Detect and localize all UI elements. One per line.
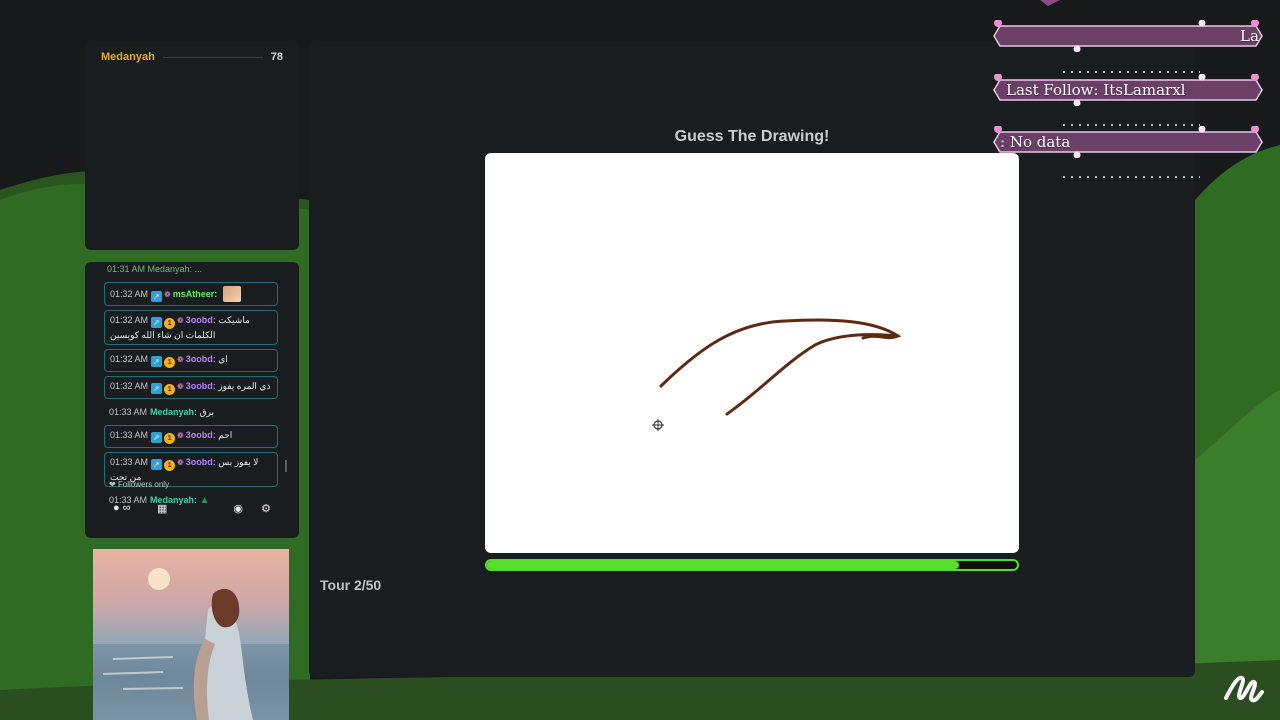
- moderator-badge-icon: ➚: [151, 317, 163, 328]
- gear-icon[interactable]: ⚙: [261, 502, 271, 515]
- followers-only-label: Followers only: [117, 480, 170, 489]
- leaderboard-name: Medanyah: [101, 51, 155, 63]
- overlay-banner-1-text: La: [1240, 27, 1259, 45]
- points-icon: ●: [113, 502, 120, 514]
- chat-message: 01:32 AM ➚ 1 ❁ 3oobd: ماشيكت الكلمات ان شاء …: [104, 310, 278, 345]
- overlay-banner-2: Last Follow: ItsLamarxl: [992, 74, 1264, 106]
- chat-message: 01:32 AM ➚ 1 ❁ 3oobd: اي: [104, 349, 278, 372]
- chat-message: 01:32 AM ➚ ❁ msAtheer:: [104, 282, 278, 306]
- chat-timestamp: 01:33 AM: [109, 407, 148, 417]
- painting-image: [93, 549, 289, 720]
- overlay-banner-3-text: : No data: [1000, 133, 1071, 151]
- gold-badge-icon: 1: [164, 384, 176, 395]
- chat-timestamp: 01:33 AM: [110, 457, 149, 467]
- chat-message: 01:33 AM ➚ 1 ❁ 3oobd: احم: [104, 425, 278, 448]
- sub-badge-icon: ❁: [177, 316, 184, 325]
- moderator-badge-icon: ➚: [151, 291, 163, 302]
- store-icon[interactable]: ▦: [157, 502, 167, 515]
- drawing-canvas[interactable]: [485, 153, 1019, 553]
- chat-panel: 01:31 AM Medanyah: ... 01:32 AM ➚ ❁ msAthee…: [85, 262, 299, 538]
- chat-username[interactable]: 3oobd:: [186, 430, 216, 440]
- round-timer-bar: [485, 559, 1019, 571]
- chat-username[interactable]: 3oobd:: [186, 381, 216, 391]
- chat-scrollbar[interactable]: [285, 460, 287, 472]
- last-follow-text: Last Follow: ItsLamarxl: [1006, 81, 1186, 99]
- leaderboard-panel: Medanyah 78: [85, 42, 299, 250]
- sub-badge-icon: ❁: [177, 355, 184, 364]
- gold-badge-icon: 1: [164, 460, 176, 471]
- chat-message: 01:32 AM ➚ 1 ❁ 3oobd: ذي المره يفوز: [104, 376, 278, 399]
- chat-text: احم: [218, 430, 233, 440]
- overlay-dots-3: [1060, 176, 1200, 178]
- round-counter: Tour 2/50: [320, 577, 382, 593]
- chat-timestamp: 01:33 AM: [110, 430, 149, 440]
- chat-toolbar: ● ∞ ▦ ◉ ⚙: [113, 502, 271, 516]
- moderator-badge-icon: ➚: [151, 356, 163, 367]
- leaderboard-divider: [162, 56, 263, 58]
- followers-only-notice: ❤ Followers only: [109, 480, 169, 489]
- sub-badge-icon: ❁: [177, 431, 184, 440]
- chat-username[interactable]: 3oobd:: [186, 354, 216, 364]
- overlay-dots-1: [1060, 71, 1200, 73]
- sub-badge-icon: ❁: [177, 382, 184, 391]
- chat-icon[interactable]: ◉: [233, 502, 243, 515]
- chat-username[interactable]: 3oobd:: [186, 457, 216, 467]
- round-timer-fill: [487, 561, 959, 569]
- points-value: ∞: [122, 502, 131, 514]
- chat-message: 01:33 AM Medanyah: برق: [104, 403, 278, 421]
- painting-art: [93, 568, 289, 720]
- gold-badge-icon: 1: [164, 318, 176, 329]
- chat-text: برق: [199, 407, 215, 417]
- brush-logo-icon: [1224, 675, 1264, 703]
- sub-badge-icon: ❁: [164, 290, 171, 299]
- crosshair-icon: [652, 419, 664, 431]
- chat-text: ذي المره يفوز: [218, 381, 271, 391]
- gold-badge-icon: 1: [164, 433, 176, 444]
- chat-timestamp: 01:32 AM: [110, 289, 149, 299]
- chat-timestamp: 01:32 AM: [110, 381, 149, 391]
- sub-badge-icon: ❁: [177, 458, 184, 467]
- channel-points-button[interactable]: ● ∞: [113, 502, 131, 514]
- chat-username[interactable]: 3oobd:: [186, 315, 216, 325]
- chat-timestamp: 01:32 AM: [110, 315, 149, 325]
- leaderboard-score: 78: [270, 51, 283, 63]
- overlay-banner-3: : No data: [992, 126, 1264, 158]
- drawing-strokes: [652, 318, 902, 431]
- emote-image: [222, 286, 241, 302]
- chat-username[interactable]: Medanyah:: [150, 407, 197, 417]
- leaderboard-row: Medanyah 78: [101, 50, 283, 64]
- gold-badge-icon: 1: [164, 357, 176, 368]
- chat-username[interactable]: msAtheer:: [173, 289, 218, 299]
- chat-message-partial: 01:31 AM Medanyah: ...: [107, 264, 203, 274]
- overlay-banner-1: La: [992, 20, 1264, 52]
- heart-icon: ❤: [109, 480, 116, 489]
- chat-timestamp: 01:32 AM: [110, 354, 149, 364]
- moderator-badge-icon: ➚: [151, 459, 163, 470]
- moderator-badge-icon: ➚: [151, 383, 163, 394]
- moderator-badge-icon: ➚: [151, 432, 163, 443]
- chat-text: اي: [218, 354, 228, 364]
